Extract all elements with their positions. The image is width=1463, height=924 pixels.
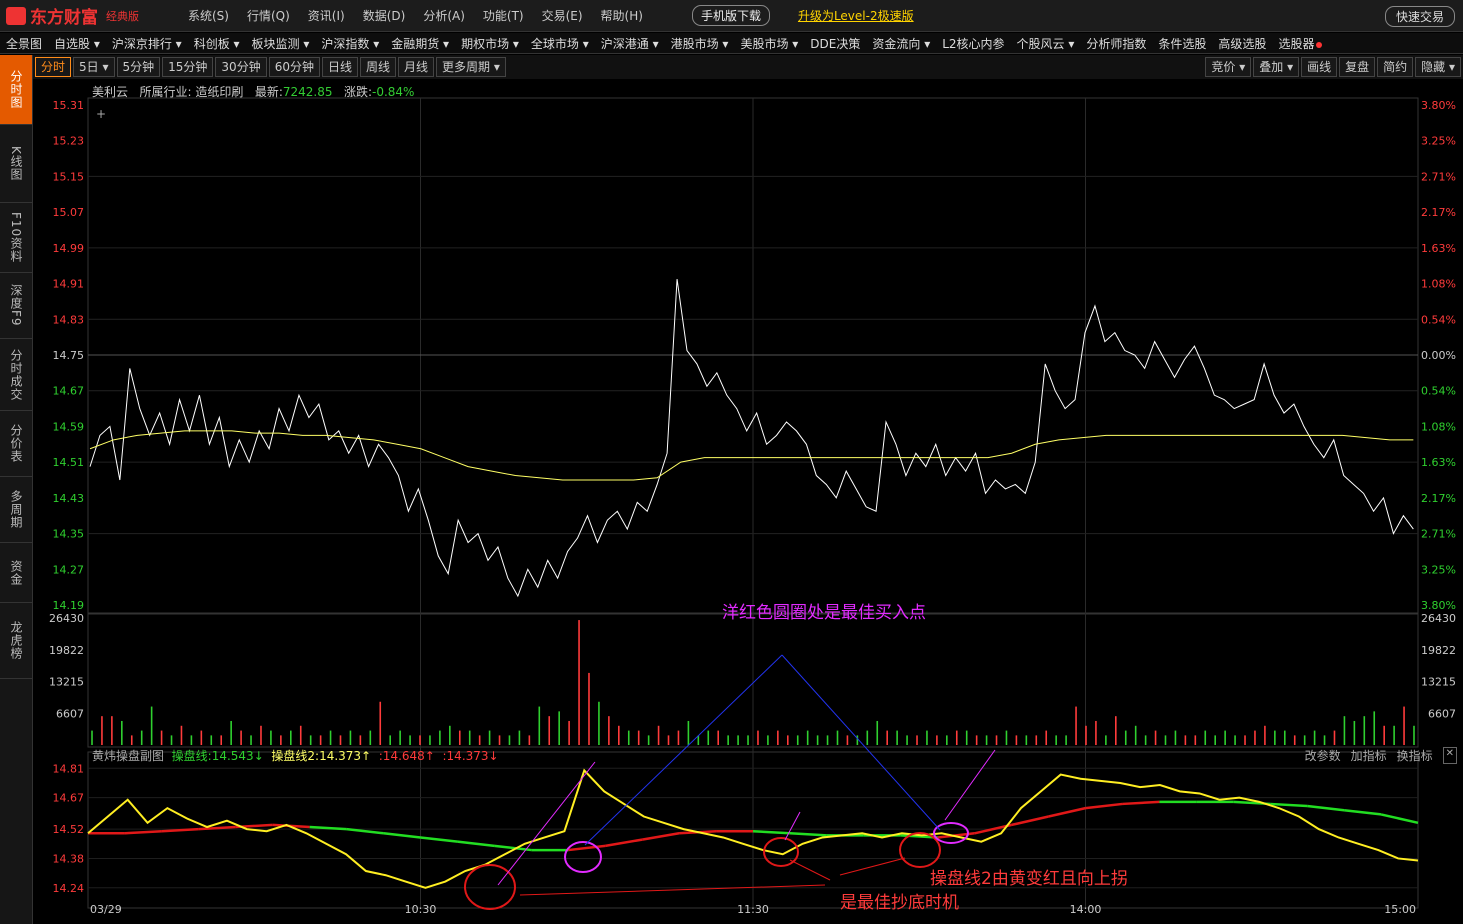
pct-tick-label: 1.63% [1421, 456, 1456, 469]
indicator-tick-label: 14.24 [53, 882, 85, 895]
volume-tick-label-right: 6607 [1428, 707, 1456, 720]
trend-line-segment [1307, 804, 1345, 812]
annotation-arrow-red [789, 859, 831, 881]
pct-tick-label: 1.63% [1421, 242, 1456, 255]
volume-tick-label: 6607 [56, 707, 84, 720]
trend-line-segment [383, 832, 421, 839]
pct-tick-label: 3.80% [1421, 99, 1456, 112]
price-tick-label: 14.27 [53, 563, 85, 576]
price-tick-label: 14.59 [53, 420, 85, 433]
pct-tick-label: 0.00% [1421, 349, 1456, 362]
indicator-legend: 黄炜操盘副图 操盘线:14.543↓ 操盘线2:14.373↑ :14.648↑… [92, 747, 499, 764]
trend-line-segment [1085, 802, 1123, 810]
indicator-tick-label: 14.52 [53, 823, 85, 836]
pct-tick-label: 3.25% [1421, 563, 1456, 576]
annotation-arrow-magenta [784, 811, 801, 841]
time-axis-label: 14:00 [1070, 903, 1102, 916]
annotation-arrow-magenta [497, 761, 596, 886]
price-tick-label: 14.51 [53, 456, 85, 469]
volume-tick-label-right: 19822 [1421, 644, 1456, 657]
average-price-line [89, 430, 1414, 481]
crosshair-plus-icon: + [96, 107, 106, 121]
volume-tick-label: 26430 [49, 612, 84, 625]
pct-tick-label: 0.54% [1421, 313, 1456, 326]
pct-tick-label: 3.25% [1421, 135, 1456, 148]
trend-line-segment [1343, 808, 1382, 816]
time-axis-label: 11:30 [737, 903, 769, 916]
annotation-arrow-red [839, 857, 906, 876]
indicator-tick-label: 14.67 [53, 792, 85, 805]
trend-line-segment [124, 829, 162, 835]
price-tick-label: 15.07 [53, 206, 85, 219]
trend-line-segment [457, 840, 495, 848]
indicator-tools: 改参数 加指标 换指标 ✕ [1305, 747, 1457, 764]
indicator-value4: :14.373↓ [442, 749, 499, 763]
intraday-chart[interactable]: 15.31 3.80% 15.23 3.25% 15.15 2.71% 15.07 2.17%… [0, 0, 1463, 924]
volume-tick-label: 19822 [49, 644, 84, 657]
trend-line-segment [1122, 800, 1160, 806]
indicator-tick-label: 14.38 [53, 852, 85, 865]
pct-tick-label: 0.54% [1421, 385, 1456, 398]
trend-line-segment [1011, 815, 1049, 827]
price-tick-label: 15.15 [53, 170, 85, 183]
pct-tick-label: 2.71% [1421, 528, 1456, 541]
trend-line-segment [1048, 806, 1086, 818]
trend-line-segment [605, 838, 643, 848]
price-tick-label: 14.99 [53, 242, 85, 255]
price-line [89, 279, 1414, 598]
annotation-arrow-magenta [944, 749, 996, 821]
indicator-tool[interactable]: 改参数 [1305, 747, 1341, 764]
time-axis-label: 03/29 [90, 903, 122, 916]
price-tick-label: 14.43 [53, 492, 85, 505]
close-icon[interactable]: ✕ [1442, 747, 1457, 764]
indicator-line2: 操盘线2:14.373↑ [271, 749, 372, 763]
annotation-circle [899, 832, 941, 868]
pct-tick-label: 1.08% [1421, 278, 1456, 291]
annotation-arrow-red [519, 884, 826, 896]
time-axis-label: 10:30 [405, 903, 437, 916]
indicator-tool[interactable]: 加指标 [1351, 747, 1387, 764]
pct-tick-label: 2.17% [1421, 206, 1456, 219]
trend-line-segment [1270, 802, 1308, 808]
annotation-circle [464, 864, 516, 910]
price-tick-label: 14.83 [53, 313, 85, 326]
trend-line-segment [789, 832, 827, 837]
time-axis-label: 15:00 [1384, 903, 1416, 916]
volume-tick-label-right: 26430 [1421, 612, 1456, 625]
price-tick-label: 14.91 [53, 278, 85, 291]
trend-line-segment [752, 829, 791, 835]
indicator-value3: :14.648↑ [378, 749, 435, 763]
trend-line-segment [420, 836, 458, 843]
indicator-line1: 操盘线:14.543↓ [171, 749, 264, 763]
trend-line-segment [346, 827, 384, 835]
indicator-name: 黄炜操盘副图 [92, 749, 165, 763]
indicator-tool[interactable]: 换指标 [1397, 747, 1433, 764]
pct-tick-label: 3.80% [1421, 599, 1456, 612]
pct-tick-label: 1.08% [1421, 420, 1456, 433]
annotation-blue-line [584, 654, 783, 846]
pct-tick-label: 2.17% [1421, 492, 1456, 505]
pct-tick-label: 2.71% [1421, 170, 1456, 183]
price-tick-label: 15.23 [53, 135, 85, 148]
price-tick-label: 14.35 [53, 528, 85, 541]
annotation-buy-point: 洋红色圆圈处是最佳买入点 [722, 603, 926, 623]
annotation-bottom: 是最佳抄底时机 [840, 893, 959, 913]
volume-tick-label: 13215 [49, 676, 84, 689]
price-tick-label: 14.67 [53, 385, 85, 398]
price-tick-label: 14.19 [53, 599, 85, 612]
annotation-turn-red: 操盘线2由黄变红且向上拐 [930, 869, 1128, 889]
indicator-tick-label: 14.81 [53, 762, 85, 775]
trend-line-segment [1380, 813, 1419, 825]
price-tick-label: 15.31 [53, 99, 85, 112]
trend-line-segment [641, 832, 680, 841]
annotation-circle [564, 841, 602, 873]
volume-tick-label-right: 13215 [1421, 676, 1456, 689]
price-tick-label: 14.75 [53, 349, 85, 362]
